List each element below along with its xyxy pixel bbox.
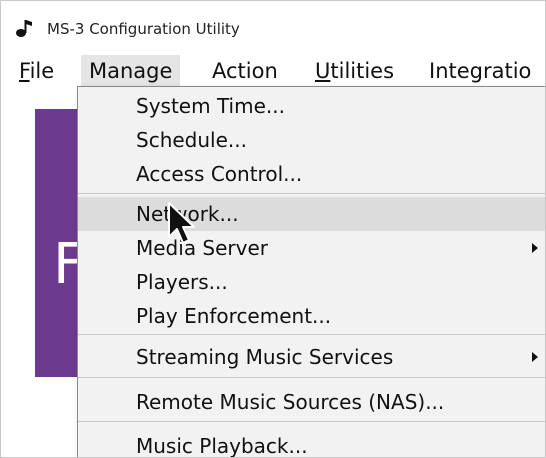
menu-item-label: Media Server xyxy=(136,236,269,260)
menu-item-network[interactable]: Network... xyxy=(78,197,545,231)
menu-utilities-rest: tilities xyxy=(330,59,395,83)
menu-item-label: Players... xyxy=(136,270,228,294)
menu-integrations[interactable]: Integratio xyxy=(421,55,539,87)
menu-item-label: Remote Music Sources (NAS)... xyxy=(136,390,445,414)
menu-file[interactable]: File xyxy=(11,55,62,87)
menu-item-music-playback[interactable]: Music Playback... xyxy=(78,429,545,458)
submenu-arrow-icon xyxy=(532,352,538,362)
title-bar: MS-3 Configuration Utility xyxy=(1,1,545,53)
menu-separator xyxy=(78,377,545,378)
menu-separator xyxy=(78,421,545,422)
menu-item-system-time[interactable]: System Time... xyxy=(78,89,545,123)
menu-utilities[interactable]: Utilities xyxy=(307,55,402,87)
menu-item-access-control[interactable]: Access Control... xyxy=(78,157,545,191)
menu-manage[interactable]: Manage xyxy=(81,55,181,87)
menu-separator xyxy=(78,334,545,335)
menu-action[interactable]: Action xyxy=(204,55,286,87)
menu-item-streaming-music-services[interactable]: Streaming Music Services xyxy=(78,340,545,374)
menu-bar: File Manage Action Utilities Integratio xyxy=(1,55,545,87)
window-title: MS-3 Configuration Utility xyxy=(47,20,240,38)
menu-item-media-server[interactable]: Media Server xyxy=(78,231,545,265)
menu-item-label: Schedule... xyxy=(136,128,247,152)
menu-file-mnemonic: F xyxy=(19,59,30,83)
menu-utilities-mnemonic: U xyxy=(315,59,331,83)
app-window: MS-3 Configuration Utility File Manage A… xyxy=(0,0,546,458)
music-note-icon xyxy=(16,20,32,37)
menu-item-label: Play Enforcement... xyxy=(136,304,332,328)
menu-item-label: Access Control... xyxy=(136,162,303,186)
menu-separator xyxy=(78,193,545,194)
menu-item-remote-music-sources[interactable]: Remote Music Sources (NAS)... xyxy=(78,385,545,419)
menu-item-label: Music Playback... xyxy=(136,434,308,458)
submenu-arrow-icon xyxy=(532,243,538,253)
manage-dropdown-menu: System Time... Schedule... Access Contro… xyxy=(77,86,545,458)
menu-item-label: Streaming Music Services xyxy=(136,345,394,369)
menu-item-play-enforcement[interactable]: Play Enforcement... xyxy=(78,299,545,333)
menu-item-label: Network... xyxy=(136,202,239,226)
menu-item-label: System Time... xyxy=(136,94,285,118)
menu-item-players[interactable]: Players... xyxy=(78,265,545,299)
menu-item-schedule[interactable]: Schedule... xyxy=(78,123,545,157)
menu-file-rest: ile xyxy=(29,59,55,83)
